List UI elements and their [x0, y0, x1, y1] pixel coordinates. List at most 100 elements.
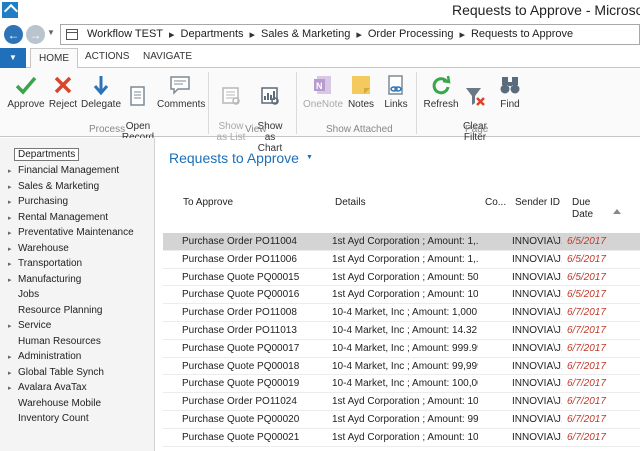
cell-to-approve[interactable]: Purchase Quote PQ00019	[182, 378, 332, 389]
show-as-list-button[interactable]: Show as List	[214, 74, 248, 143]
nav-item[interactable]: ▸ Purchasing	[8, 196, 68, 207]
expand-arrow-icon[interactable]: ▸	[8, 214, 18, 222]
table-row[interactable]: Purchase Quote PQ00020 1st Ayd Corporatio…	[163, 411, 640, 429]
cell-to-approve[interactable]: Purchase Order PO11008	[182, 307, 332, 318]
breadcrumb-separator-icon[interactable]: ▸	[459, 28, 465, 41]
cell-due-date[interactable]: 6/5/2017	[567, 289, 612, 300]
expand-arrow-icon[interactable]: ▸	[8, 183, 18, 191]
expand-arrow-icon[interactable]: ▸	[8, 260, 18, 268]
cell-due-date[interactable]: 6/7/2017	[567, 343, 612, 354]
cell-sender-id[interactable]: INNOVIA\J...	[512, 272, 562, 283]
column-header-comments[interactable]: Co...	[485, 197, 506, 208]
cell-details[interactable]: 1st Ayd Corporation ; Amount: 1,...	[332, 254, 478, 265]
nav-item[interactable]: ▸ Avalara AvaTax	[8, 382, 87, 393]
back-button[interactable]: ←	[4, 25, 23, 44]
approve-button[interactable]: Approve	[7, 74, 45, 110]
breadcrumb-separator-icon[interactable]: ▸	[356, 28, 362, 41]
cell-to-approve[interactable]: Purchase Order PO11013	[182, 325, 332, 336]
tab-actions[interactable]: ACTIONS	[85, 51, 129, 62]
cell-details[interactable]: 1st Ayd Corporation ; Amount: 10...	[332, 396, 478, 407]
cell-to-approve[interactable]: Purchase Order PO11004	[182, 236, 332, 247]
cell-details[interactable]: 10-4 Market, Inc ; Amount: 100,00...	[332, 378, 478, 389]
nav-root-departments[interactable]: Departments	[14, 148, 80, 161]
breadcrumb-item[interactable]: Requests to Approve	[471, 28, 573, 41]
nav-item[interactable]: ▸ Global Table Synch	[8, 367, 104, 378]
column-header-to-approve[interactable]: To Approve	[183, 197, 233, 208]
cell-details[interactable]: 1st Ayd Corporation ; Amount: 1,...	[332, 236, 478, 247]
column-header-sender-id[interactable]: Sender ID	[515, 197, 560, 208]
cell-sender-id[interactable]: INNOVIA\J...	[512, 307, 562, 318]
table-row[interactable]: Purchase Order PO11013 10-4 Market, Inc ;…	[163, 322, 640, 340]
history-dropdown-icon[interactable]: ▼	[47, 28, 55, 37]
reject-button[interactable]: Reject	[48, 74, 78, 110]
nav-item[interactable]: ▸ Administration	[8, 351, 81, 362]
expand-arrow-icon[interactable]: ▸	[8, 167, 18, 175]
cell-due-date[interactable]: 6/7/2017	[567, 414, 612, 425]
tab-home[interactable]: HOME	[30, 48, 78, 69]
cell-details[interactable]: 10-4 Market, Inc ; Amount: 1,000.01	[332, 307, 478, 318]
breadcrumb-item[interactable]: Order Processing	[368, 28, 454, 41]
nav-item[interactable]: Human Resources	[8, 336, 101, 347]
cell-details[interactable]: 1st Ayd Corporation ; Amount: 10...	[332, 289, 478, 300]
expand-arrow-icon[interactable]: ▸	[8, 353, 18, 361]
cell-sender-id[interactable]: INNOVIA\J...	[512, 432, 562, 443]
expand-arrow-icon[interactable]: ▸	[8, 229, 18, 237]
notes-button[interactable]: Notes	[346, 74, 376, 110]
table-row[interactable]: Purchase Order PO11004 1st Ayd Corporatio…	[163, 233, 640, 251]
table-row[interactable]: Purchase Order PO11024 1st Ayd Corporatio…	[163, 393, 640, 411]
delegate-button[interactable]: Delegate	[80, 74, 122, 110]
onenote-button[interactable]: N OneNote	[302, 74, 344, 110]
cell-due-date[interactable]: 6/7/2017	[567, 378, 612, 389]
cell-to-approve[interactable]: Purchase Order PO11024	[182, 396, 332, 407]
links-button[interactable]: Links	[382, 74, 410, 110]
cell-details[interactable]: 1st Ayd Corporation ; Amount: 10...	[332, 432, 478, 443]
cell-to-approve[interactable]: Purchase Quote PQ00015	[182, 272, 332, 283]
breadcrumb-separator-icon[interactable]: ▸	[169, 28, 175, 41]
breadcrumb-separator-icon[interactable]: ▸	[250, 28, 256, 41]
cell-due-date[interactable]: 6/7/2017	[567, 396, 612, 407]
nav-item[interactable]: Warehouse Mobile	[8, 398, 101, 409]
expand-arrow-icon[interactable]: ▸	[8, 322, 18, 330]
cell-to-approve[interactable]: Purchase Quote PQ00017	[182, 343, 332, 354]
open-record-button[interactable]: Open Record	[121, 74, 155, 143]
table-row[interactable]: Purchase Quote PQ00016 1st Ayd Corporatio…	[163, 286, 640, 305]
cell-to-approve[interactable]: Purchase Quote PQ00020	[182, 414, 332, 425]
cell-sender-id[interactable]: INNOVIA\J...	[512, 254, 562, 265]
refresh-button[interactable]: Refresh	[423, 74, 459, 110]
table-row[interactable]: Purchase Quote PQ00015 1st Ayd Corporatio…	[163, 269, 640, 287]
cell-sender-id[interactable]: INNOVIA\J...	[512, 325, 562, 336]
column-header-details[interactable]: Details	[335, 197, 366, 208]
table-row[interactable]: Purchase Order PO11008 10-4 Market, Inc ;…	[163, 304, 640, 322]
nav-item[interactable]: ▸ Manufacturing	[8, 274, 81, 285]
application-menu-button[interactable]: ▼	[0, 48, 26, 68]
cell-sender-id[interactable]: INNOVIA\J...	[512, 361, 562, 372]
page-title[interactable]: Requests to Approve	[169, 150, 299, 166]
cell-due-date[interactable]: 6/5/2017	[567, 272, 612, 283]
nav-item[interactable]: ▸ Financial Management	[8, 165, 119, 176]
nav-item[interactable]: ▸ Service	[8, 320, 51, 331]
cell-details[interactable]: 1st Ayd Corporation ; Amount: 50...	[332, 272, 478, 283]
sort-ascending-icon[interactable]	[613, 209, 621, 214]
cell-sender-id[interactable]: INNOVIA\J...	[512, 289, 562, 300]
tab-navigate[interactable]: NAVIGATE	[143, 51, 192, 62]
breadcrumb-item[interactable]: Departments	[181, 28, 244, 41]
breadcrumb-item[interactable]: Workflow TEST	[87, 28, 163, 41]
cell-due-date[interactable]: 6/5/2017	[567, 236, 612, 247]
cell-due-date[interactable]: 6/7/2017	[567, 307, 612, 318]
cell-details[interactable]: 10-4 Market, Inc ; Amount: 999.99	[332, 343, 478, 354]
cell-sender-id[interactable]: INNOVIA\J...	[512, 414, 562, 425]
cell-to-approve[interactable]: Purchase Order PO11006	[182, 254, 332, 265]
cell-due-date[interactable]: 6/7/2017	[567, 325, 612, 336]
table-row[interactable]: Purchase Quote PQ00018 10-4 Market, Inc ;…	[163, 358, 640, 376]
cell-to-approve[interactable]: Purchase Quote PQ00016	[182, 289, 332, 300]
cell-due-date[interactable]: 6/7/2017	[567, 361, 612, 372]
find-button[interactable]: Find	[496, 74, 524, 110]
cell-to-approve[interactable]: Purchase Quote PQ00018	[182, 361, 332, 372]
cell-sender-id[interactable]: INNOVIA\J...	[512, 343, 562, 354]
nav-item[interactable]: ▸ Rental Management	[8, 212, 108, 223]
cell-due-date[interactable]: 6/7/2017	[567, 432, 612, 443]
cell-details[interactable]: 1st Ayd Corporation ; Amount: 99...	[332, 414, 478, 425]
forward-button[interactable]: →	[26, 25, 45, 44]
cell-details[interactable]: 10-4 Market, Inc ; Amount: 14.32	[332, 325, 478, 336]
nav-item[interactable]: ▸ Preventative Maintenance	[8, 227, 134, 238]
